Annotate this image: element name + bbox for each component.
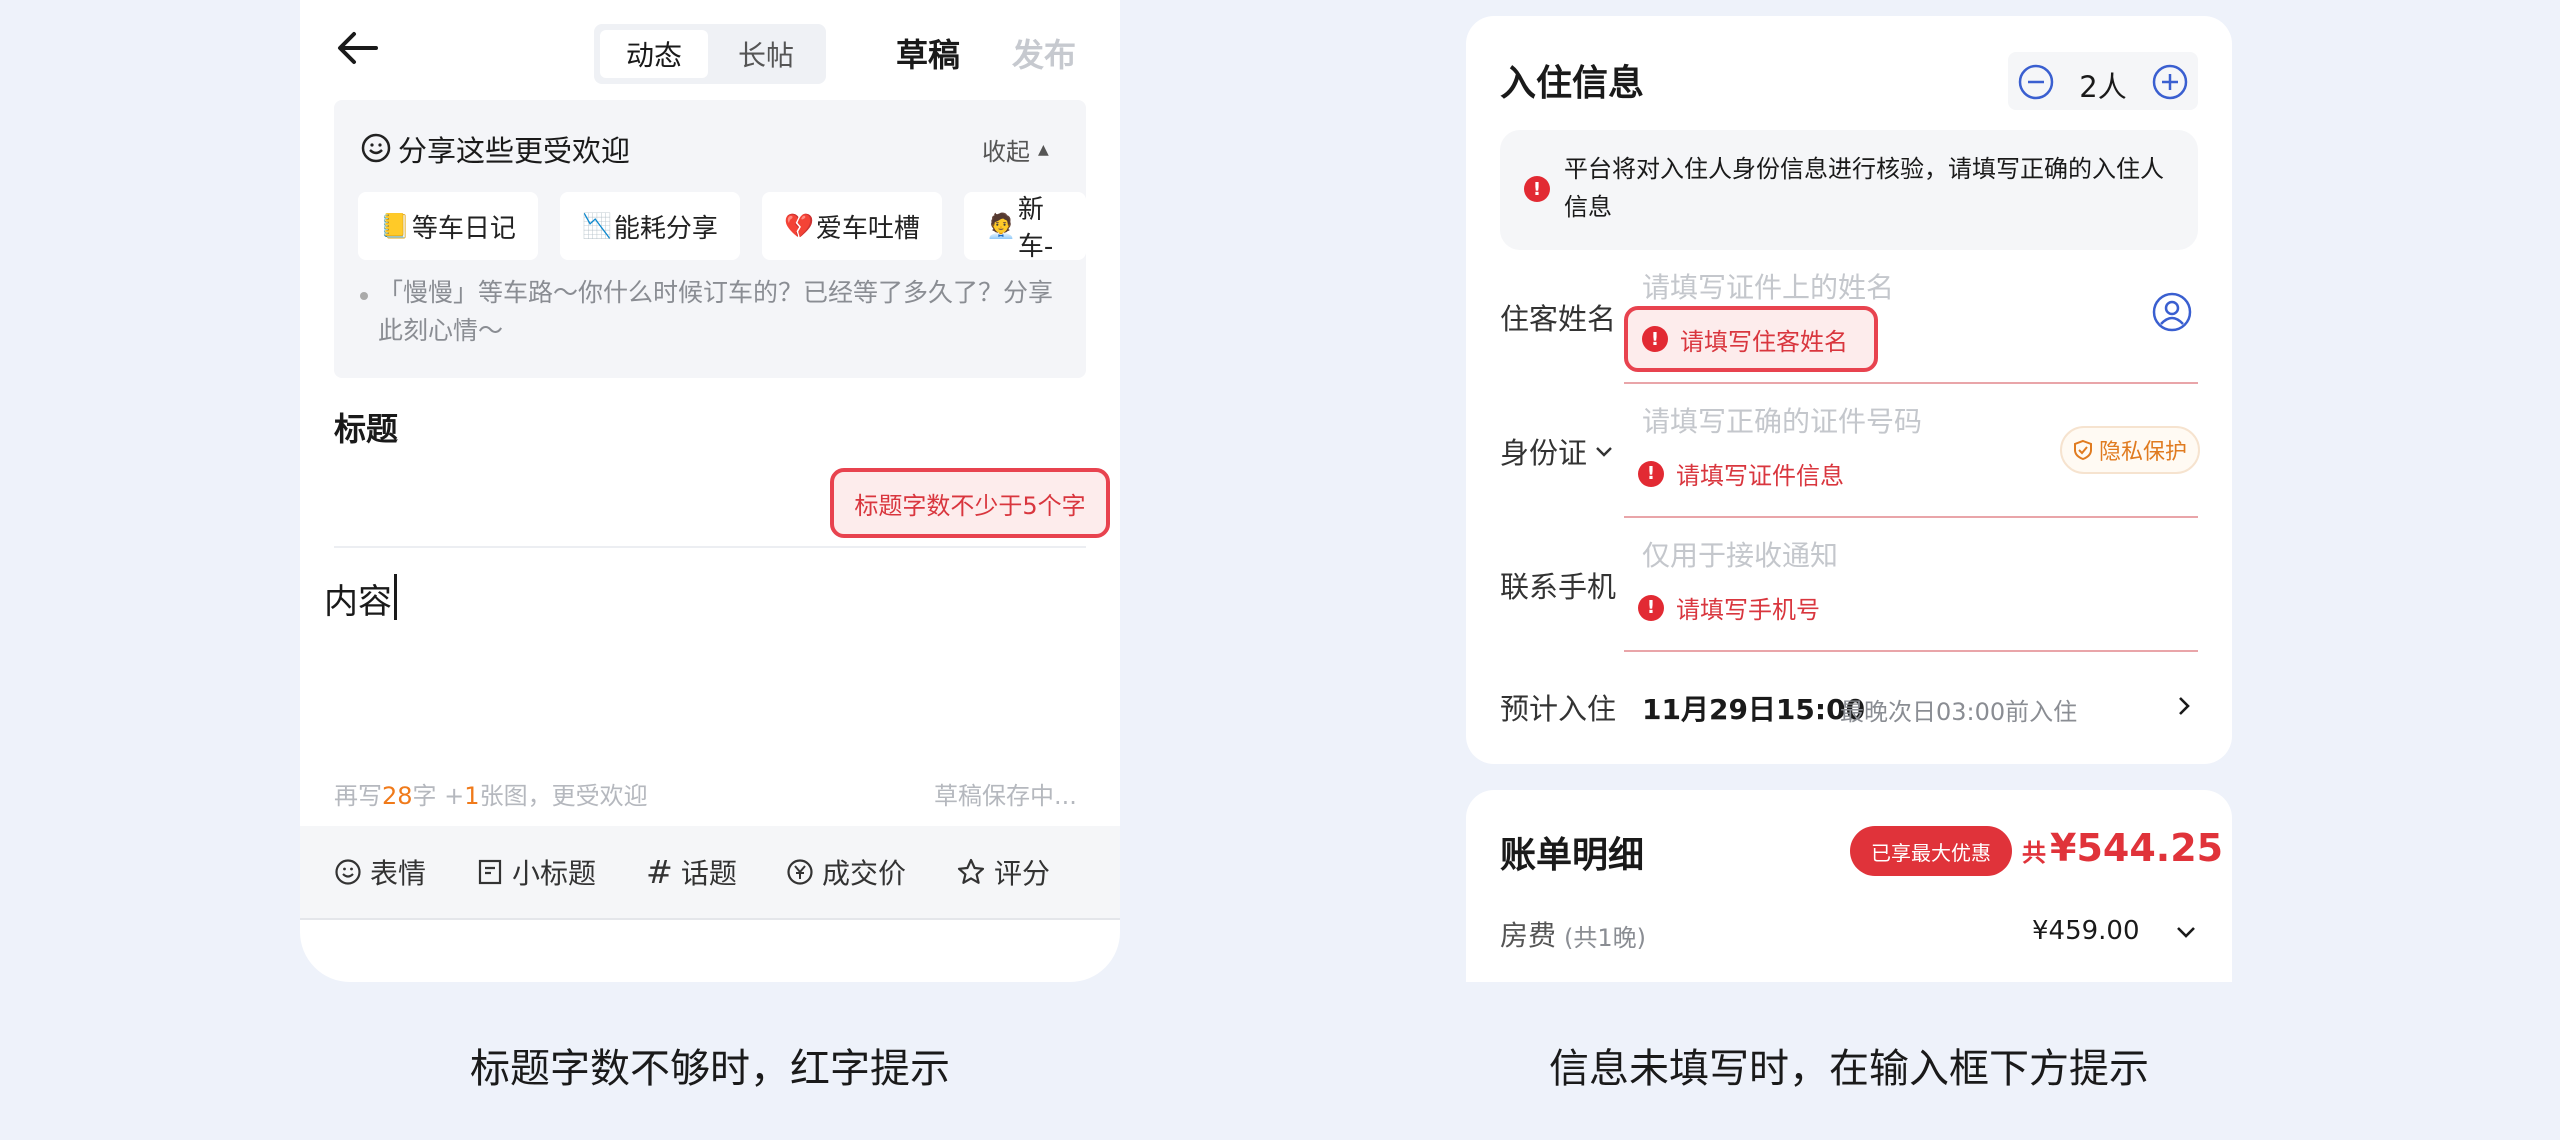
plus-icon[interactable]: [2152, 64, 2188, 100]
guest-name-input[interactable]: 请填写证件上的姓名: [1642, 266, 1894, 306]
verification-notice: ! 平台将对入住人身份信息进行核验，请填写正确的入住人信息: [1500, 130, 2198, 250]
chevron-down-icon: [1596, 447, 1612, 457]
chip-label: 能耗分享: [613, 213, 718, 244]
room-fee-row[interactable]: 房费 (共1晚) ¥459.00: [1500, 910, 2198, 956]
phone-error: ! 请填写手机号: [1638, 590, 1820, 625]
tool-deal-price[interactable]: 成交价: [786, 852, 906, 892]
title-error-text: 标题字数不少于5个字: [854, 491, 1086, 520]
yuan-icon: [787, 859, 813, 885]
subtitle-icon: [478, 859, 502, 885]
word-counter: 再写28字 +1张图，更受欢迎: [334, 776, 648, 811]
discount-badge: 已享最大优惠: [1850, 826, 2012, 876]
minus-icon[interactable]: [2018, 64, 2054, 100]
post-editor-card: 动态 长帖 草稿 发布 分享这些更受欢迎 收起 ▲ 「慢慢」等车路～你什么时候订…: [300, 0, 1120, 982]
content-placeholder: 内容: [324, 582, 392, 622]
tool-label: 话题: [680, 857, 737, 890]
alert-icon: !: [1524, 176, 1550, 202]
chip-waiting-diary[interactable]: 📒 等车日记: [358, 192, 538, 260]
id-type-label: 身份证: [1500, 436, 1588, 470]
guest-name-error: ! 请填写住客姓名: [1624, 306, 1878, 372]
tool-emoji[interactable]: 表情: [334, 852, 426, 892]
total-amount: ¥544.25: [2050, 826, 2224, 870]
hashtag-icon: #: [646, 853, 673, 891]
topic-chip-row: 📒 等车日记 📉 能耗分享 💔 爱车吐槽 🧑‍💼 新车-: [334, 0, 1086, 300]
bill-detail-card: 账单明细 已享最大优惠 共 ¥544.25 房费 (共1晚) ¥459.00: [1466, 790, 2232, 982]
total-price: 共 ¥544.25: [2022, 826, 2223, 870]
error-text: 请填写证件信息: [1676, 462, 1844, 490]
counter-pre: 再写: [334, 782, 382, 810]
tool-rating[interactable]: 评分: [956, 852, 1050, 892]
person-icon: 🧑‍💼: [986, 212, 1016, 240]
counter-chars: 28: [382, 782, 413, 810]
error-text: 请填写住客姓名: [1680, 327, 1848, 356]
alert-icon: !: [1638, 594, 1664, 621]
text-cursor: [394, 574, 397, 620]
room-fee-note: (共1晚): [1564, 924, 1646, 952]
error-text: 请填写手机号: [1676, 596, 1820, 624]
bill-title: 账单明细: [1500, 835, 1645, 876]
shield-icon: [2073, 439, 2092, 461]
guest-name-underline: [1624, 382, 2198, 384]
chip-label: 爱车吐槽: [815, 213, 920, 244]
alert-icon: !: [1642, 326, 1668, 352]
contact-picker-icon[interactable]: [2152, 292, 2192, 332]
chip-energy-share[interactable]: 📉 能耗分享: [560, 192, 740, 260]
content-input[interactable]: 内容: [324, 574, 1086, 734]
checkin-time: 11月29日15:00: [1642, 693, 1866, 726]
checkin-time-row[interactable]: 预计入住 11月29日15:00 最晚次日03:00前入住: [1500, 676, 2198, 738]
id-number-input[interactable]: 请填写正确的证件号码: [1642, 400, 1922, 440]
id-type-selector[interactable]: 身份证: [1500, 430, 1615, 472]
phone-underline: [1624, 650, 2198, 652]
section-title: 入住信息: [1500, 63, 1645, 104]
title-error-hint: 标题字数不少于5个字: [830, 468, 1110, 538]
tool-subtitle[interactable]: 小标题: [476, 852, 596, 892]
broken-heart-icon: 💔: [784, 212, 814, 240]
notice-text: 平台将对入住人身份信息进行核验，请填写正确的入住人信息: [1564, 155, 2164, 221]
checkin-note: 最晚次日03:00前入住: [1840, 698, 2078, 726]
id-number-underline: [1624, 516, 2198, 518]
chevron-right-icon: [2179, 697, 2190, 715]
privacy-label: 隐私保护: [2098, 440, 2187, 465]
id-number-error: ! 请填写证件信息: [1638, 456, 1844, 491]
checkin-label: 预计入住: [1500, 692, 1617, 726]
chart-down-icon: 📉: [582, 212, 612, 240]
guest-count: 2人: [2079, 70, 2127, 104]
chip-new-car[interactable]: 🧑‍💼 新车-: [964, 192, 1086, 262]
chip-label: 等车日记: [411, 213, 516, 244]
checkin-info-card: 入住信息 2人 ! 平台将对入住人身份信息进行核验，请填写正确的入住人信息 住客…: [1466, 16, 2232, 764]
counter-images: 1: [464, 782, 480, 810]
left-caption: 标题字数不够时，红字提示: [470, 1046, 950, 1092]
counter-post: 张图，更受欢迎: [479, 782, 648, 810]
chip-car-complaint[interactable]: 💔 爱车吐槽: [762, 192, 942, 260]
room-fee-amount: ¥459.00: [2032, 916, 2140, 946]
alert-icon: !: [1638, 460, 1664, 487]
phone-label: 联系手机: [1500, 570, 1617, 604]
tool-label: 表情: [370, 857, 427, 890]
chevron-down-icon: [2177, 927, 2195, 938]
title-divider: [334, 546, 1086, 548]
tool-label: 小标题: [512, 857, 597, 890]
guest-name-label: 住客姓名: [1500, 302, 1617, 336]
guest-stepper: 2人: [2008, 52, 2198, 110]
phone-input[interactable]: 仅用于接收通知: [1642, 534, 1838, 574]
tool-topic[interactable]: # 话题: [646, 852, 737, 892]
tool-label: 成交价: [822, 857, 907, 890]
counter-mid: 字 +: [412, 782, 465, 810]
right-caption: 信息未填写时，在输入框下方提示: [1549, 1046, 2149, 1092]
title-label: 标题: [334, 410, 399, 448]
room-fee-label: 房费: [1500, 919, 1557, 952]
notebook-icon: 📒: [380, 212, 410, 240]
privacy-protection-badge[interactable]: 隐私保护: [2060, 426, 2200, 474]
star-icon: [957, 858, 985, 884]
tool-label: 评分: [994, 857, 1051, 890]
total-prefix: 共: [2022, 839, 2046, 867]
smile-icon: [335, 859, 361, 885]
draft-saving-status: 草稿保存中...: [934, 782, 1077, 810]
chip-label: 新车-: [1017, 195, 1054, 262]
